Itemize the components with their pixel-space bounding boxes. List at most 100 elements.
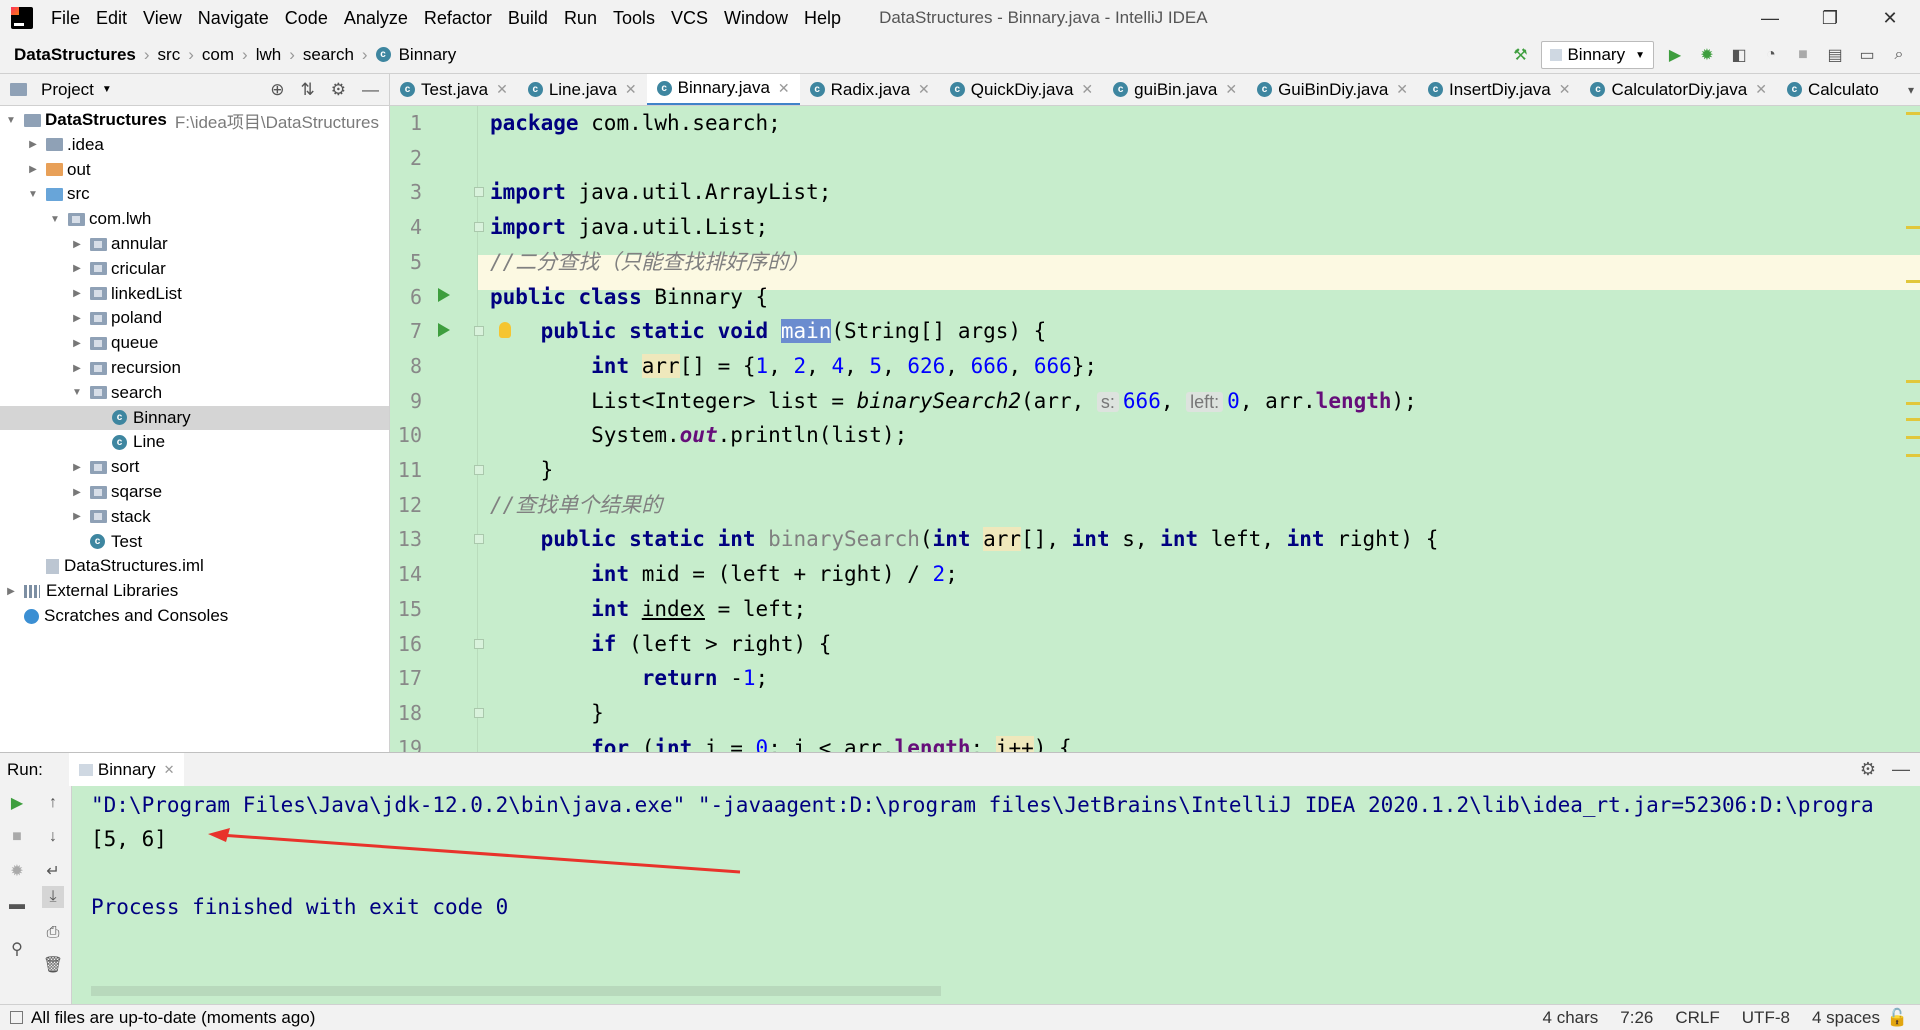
fold-marker-icon[interactable] — [474, 465, 484, 475]
tab-guibin[interactable]: c guiBin.java ✕ — [1103, 74, 1247, 105]
collapse-icon[interactable]: ⇅ — [301, 80, 315, 100]
menu-window[interactable]: Window — [716, 0, 796, 36]
close-icon[interactable]: ✕ — [496, 81, 508, 98]
lightbulb-icon[interactable] — [499, 322, 511, 338]
arrow-down-icon[interactable]: ↓ — [42, 826, 64, 848]
menu-navigate[interactable]: Navigate — [190, 0, 277, 36]
tree-item-line[interactable]: c Line — [0, 430, 389, 454]
fold-marker-icon[interactable] — [474, 534, 484, 545]
chevron-right-icon[interactable]: ▶ — [70, 288, 84, 299]
tab-calculatordiy[interactable]: c CalculatorDiy.java ✕ — [1580, 74, 1776, 105]
chevron-down-icon[interactable]: ▼ — [102, 84, 112, 95]
restore-button[interactable]: ❐ — [1800, 0, 1860, 36]
tree-item-cricular[interactable]: ▶ cricular — [0, 257, 389, 281]
tree-item-sort[interactable]: ▶ sort — [0, 455, 389, 479]
tab-guibindiy[interactable]: c GuiBinDiy.java ✕ — [1247, 74, 1418, 105]
menu-build[interactable]: Build — [500, 0, 556, 36]
tree-item-recursion[interactable]: ▶ recursion — [0, 356, 389, 380]
close-icon[interactable]: ✕ — [1396, 81, 1408, 98]
menu-run[interactable]: Run — [556, 0, 605, 36]
layout-icon[interactable]: ▬ — [6, 894, 28, 916]
hide-icon[interactable]: — — [1892, 759, 1910, 780]
chevron-right-icon[interactable]: ▶ — [26, 139, 40, 150]
breadcrumb-src[interactable]: src — [158, 45, 181, 65]
close-icon[interactable]: ✕ — [1225, 81, 1237, 98]
minimize-button[interactable]: — — [1740, 0, 1800, 36]
menu-tools[interactable]: Tools — [605, 0, 663, 36]
breadcrumb-class[interactable]: Binnary — [399, 45, 457, 65]
chevron-down-icon[interactable]: ▼ — [48, 214, 62, 225]
stop-icon[interactable]: ■ — [1792, 44, 1814, 66]
breadcrumb-lwh[interactable]: lwh — [256, 45, 282, 65]
tabs-overflow-icon[interactable]: ▾ — [1908, 83, 1914, 97]
menu-edit[interactable]: Edit — [88, 0, 135, 36]
tree-item-annular[interactable]: ▶ annular — [0, 232, 389, 256]
chevron-right-icon[interactable]: ▶ — [70, 338, 84, 349]
menu-code[interactable]: Code — [277, 0, 336, 36]
tree-item-out[interactable]: ▶ out — [0, 158, 389, 182]
tree-item-poland[interactable]: ▶ poland — [0, 306, 389, 330]
close-icon[interactable]: ✕ — [1559, 81, 1571, 98]
close-icon[interactable]: ✕ — [778, 80, 790, 97]
tab-binnary[interactable]: c Binnary.java ✕ — [646, 74, 800, 105]
tree-item-com-lwh[interactable]: ▼ com.lwh — [0, 207, 389, 231]
locate-icon[interactable]: ⊕ — [270, 80, 284, 100]
arrow-up-icon[interactable]: ↑ — [42, 792, 64, 814]
status-line-separator[interactable]: CRLF — [1675, 1008, 1719, 1028]
chevron-right-icon[interactable]: ▶ — [4, 586, 18, 597]
tree-item-external-libraries[interactable]: ▶ External Libraries — [0, 579, 389, 603]
breadcrumb-project[interactable]: DataStructures — [14, 45, 136, 65]
tree-item-src[interactable]: ▼ src — [0, 182, 389, 206]
run-gutter-icon[interactable] — [438, 288, 450, 302]
console-output[interactable]: "D:\Program Files\Java\jdk-12.0.2\bin\ja… — [72, 786, 1920, 1004]
chevron-right-icon[interactable]: ▶ — [70, 487, 84, 498]
menu-file[interactable]: File — [43, 0, 88, 36]
gear-icon[interactable]: ⚙ — [331, 80, 346, 100]
menu-refactor[interactable]: Refactor — [416, 0, 500, 36]
run-tab-binnary[interactable]: Binnary ✕ — [68, 752, 185, 787]
tree-item-test[interactable]: c Test — [0, 530, 389, 554]
tool-windows-icon[interactable] — [10, 1011, 23, 1024]
tree-item-datastructures-iml[interactable]: DataStructures.iml — [0, 554, 389, 578]
fold-marker-icon[interactable] — [474, 326, 484, 337]
stop-icon[interactable]: ■ — [6, 826, 28, 848]
chevron-right-icon[interactable]: ▶ — [70, 511, 84, 522]
search-icon[interactable]: ⌕ — [1888, 44, 1910, 66]
tab-quickdiy[interactable]: c QuickDiy.java ✕ — [940, 74, 1103, 105]
fold-marker-icon[interactable] — [474, 707, 484, 718]
chevron-down-icon[interactable]: ▼ — [4, 115, 18, 126]
trash-icon[interactable]: 🗑 — [42, 954, 64, 976]
tree-item--idea[interactable]: ▶ .idea — [0, 133, 389, 157]
pin-icon[interactable]: ⚲ — [6, 938, 28, 960]
close-icon[interactable]: ✕ — [918, 81, 930, 98]
menu-analyze[interactable]: Analyze — [336, 0, 416, 36]
soft-wrap-icon[interactable]: ↵ — [42, 860, 64, 882]
hide-icon[interactable]: — — [362, 80, 379, 100]
fold-marker-icon[interactable] — [474, 638, 484, 649]
fold-marker-icon[interactable] — [474, 187, 484, 198]
tab-line[interactable]: c Line.java ✕ — [518, 74, 647, 105]
tree-item-binnary[interactable]: c Binnary — [0, 405, 389, 430]
chevron-right-icon[interactable]: ▶ — [70, 263, 84, 274]
close-icon[interactable]: ✕ — [625, 81, 637, 98]
hammer-icon[interactable]: ⚒ — [1509, 44, 1531, 66]
tab-calculator[interactable]: c Calculato — [1777, 74, 1889, 105]
print-icon[interactable]: ⎙ — [42, 922, 64, 944]
status-indent[interactable]: 4 spaces — [1812, 1008, 1880, 1028]
tree-item-search[interactable]: ▼ search — [0, 381, 389, 405]
status-encoding[interactable]: UTF-8 — [1742, 1008, 1790, 1028]
menu-help[interactable]: Help — [796, 0, 849, 36]
rerun-icon[interactable]: ▶ — [6, 792, 28, 814]
close-button[interactable]: ✕ — [1860, 0, 1920, 36]
tree-item-linkedlist[interactable]: ▶ linkedList — [0, 282, 389, 306]
menu-view[interactable]: View — [135, 0, 190, 36]
chevron-down-icon[interactable]: ▼ — [70, 387, 84, 398]
layout-icon[interactable]: ▭ — [1856, 44, 1878, 66]
debug-icon[interactable]: ✹ — [1696, 44, 1718, 66]
fold-marker-icon[interactable] — [474, 222, 484, 233]
close-icon[interactable]: ✕ — [1755, 81, 1767, 98]
debug-icon[interactable]: ✹ — [6, 860, 28, 882]
tree-item-queue[interactable]: ▶ queue — [0, 331, 389, 355]
tree-item-sqarse[interactable]: ▶ sqarse — [0, 480, 389, 504]
chevron-right-icon[interactable]: ▶ — [70, 239, 84, 250]
